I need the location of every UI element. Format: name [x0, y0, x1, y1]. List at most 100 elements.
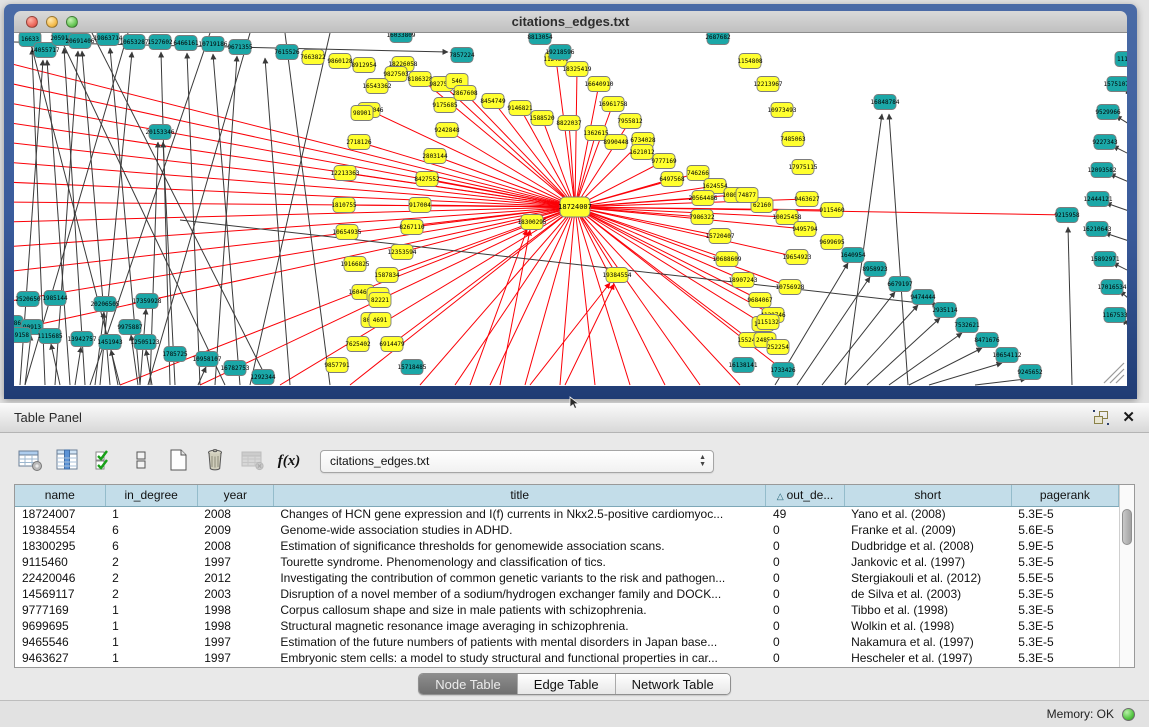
- network-node[interactable]: 9175685: [432, 98, 458, 113]
- network-edge[interactable]: [420, 207, 575, 385]
- network-node[interactable]: 98901: [351, 106, 373, 121]
- network-node[interactable]: 39158: [14, 328, 31, 343]
- network-node[interactable]: 12444121: [1084, 192, 1113, 207]
- table-row[interactable]: 2242004622012Investigating the contribut…: [15, 570, 1119, 586]
- function-builder-button[interactable]: f(x): [275, 447, 303, 475]
- network-edge[interactable]: [575, 207, 630, 385]
- column-header-pagerank[interactable]: pagerank: [1011, 485, 1118, 506]
- network-node[interactable]: 10756928: [776, 280, 805, 295]
- network-edge[interactable]: [14, 202, 575, 207]
- network-node[interactable]: 20206505: [91, 297, 120, 312]
- network-node[interactable]: 74877: [736, 188, 758, 203]
- table-cell[interactable]: 5.6E-5: [1011, 522, 1118, 538]
- table-cell[interactable]: Disruption of a novel member of a sodium…: [273, 586, 766, 602]
- table-cell[interactable]: 22420046: [15, 570, 105, 586]
- network-node[interactable]: 6497568: [659, 172, 685, 187]
- network-node[interactable]: 16033809: [387, 33, 416, 43]
- network-edge[interactable]: [14, 207, 575, 222]
- table-cell[interactable]: 0: [766, 522, 844, 538]
- network-edge[interactable]: [75, 347, 81, 385]
- network-node[interactable]: 1785725: [162, 347, 188, 362]
- network-node[interactable]: 13942757: [68, 332, 97, 347]
- table-cell[interactable]: 2: [105, 570, 197, 586]
- table-cell[interactable]: 14569117: [15, 586, 105, 602]
- table-cell[interactable]: 1: [105, 506, 197, 522]
- table-cell[interactable]: 1997: [197, 554, 273, 570]
- network-node[interactable]: 1451943: [97, 335, 123, 350]
- network-edge[interactable]: [148, 33, 250, 385]
- table-cell[interactable]: Wolkin et al. (1998): [844, 618, 1011, 634]
- network-node[interactable]: 1292344: [250, 370, 276, 385]
- table-cell[interactable]: 1: [105, 602, 197, 618]
- table-cell[interactable]: 6: [105, 522, 197, 538]
- network-edge[interactable]: [530, 283, 610, 385]
- network-node[interactable]: 12505123: [131, 335, 160, 350]
- network-edge[interactable]: [14, 162, 575, 207]
- table-cell[interactable]: 1: [105, 618, 197, 634]
- network-node[interactable]: 16210643: [1083, 222, 1112, 237]
- network-node[interactable]: 15720407: [706, 229, 735, 244]
- table-cell[interactable]: 19384554: [15, 522, 105, 538]
- table-cell[interactable]: 5.3E-5: [1011, 554, 1118, 570]
- table-cell[interactable]: Changes of HCN gene expression and I(f) …: [273, 506, 766, 522]
- network-node[interactable]: 15892971: [1091, 252, 1120, 267]
- table-cell[interactable]: 2: [105, 586, 197, 602]
- table-cell[interactable]: 0: [766, 538, 844, 554]
- table-row[interactable]: 911546021997Tourette syndrome. Phenomeno…: [15, 554, 1119, 570]
- network-node[interactable]: 2520650: [15, 292, 41, 307]
- network-node[interactable]: 2935114: [932, 303, 958, 318]
- network-edge[interactable]: [14, 142, 575, 207]
- network-node[interactable]: 19654923: [783, 250, 812, 265]
- table-cell[interactable]: Estimation of significance thresholds fo…: [273, 538, 766, 554]
- table-cell[interactable]: 1998: [197, 618, 273, 634]
- table-row[interactable]: 977716911998Corpus callosum shape and si…: [15, 602, 1119, 618]
- table-cell[interactable]: 9463627: [15, 650, 105, 666]
- network-node[interactable]: 17359928: [133, 294, 162, 309]
- table-cell[interactable]: de Silva et al. (2003): [844, 586, 1011, 602]
- network-edge[interactable]: [180, 220, 938, 305]
- network-node[interactable]: 115132: [757, 315, 779, 330]
- network-node[interactable]: 12213967: [754, 77, 783, 92]
- network-node[interactable]: 9146821: [507, 101, 533, 116]
- table-cell[interactable]: Stergiakouli et al. (2012): [844, 570, 1011, 586]
- table-cell[interactable]: 0: [766, 554, 844, 570]
- network-node[interactable]: 6914479: [379, 337, 405, 352]
- table-cell[interactable]: 5.3E-5: [1011, 650, 1118, 666]
- show-columns-button[interactable]: [53, 447, 81, 475]
- network-edge[interactable]: [822, 292, 895, 385]
- select-rows-button[interactable]: [90, 447, 118, 475]
- network-node[interactable]: 10653287: [120, 35, 149, 50]
- node-table[interactable]: namein_degreeyeartitle△out_de...shortpag…: [14, 484, 1135, 668]
- table-cell[interactable]: Franke et al. (2009): [844, 522, 1011, 538]
- network-node[interactable]: 7485063: [780, 132, 806, 147]
- network-node[interactable]: 10719186: [199, 37, 228, 52]
- network-node[interactable]: 7532621: [954, 318, 980, 333]
- network-node[interactable]: 2687682: [705, 33, 731, 45]
- table-cell[interactable]: Hescheler et al. (1997): [844, 650, 1011, 666]
- network-node[interactable]: 9827503: [383, 67, 409, 82]
- network-node[interactable]: 19863714: [94, 33, 123, 46]
- network-canvas[interactable]: 1663314055717205913120691406198637141065…: [14, 33, 1127, 386]
- network-node[interactable]: 9227343: [1092, 135, 1118, 150]
- table-row[interactable]: 1938455462009Genome-wide association stu…: [15, 522, 1119, 538]
- network-node[interactable]: 1154808: [737, 54, 763, 69]
- network-node[interactable]: 12093582: [1088, 163, 1117, 178]
- table-cell[interactable]: 0: [766, 618, 844, 634]
- network-node[interactable]: 18907243: [729, 273, 758, 288]
- table-cell[interactable]: 5.3E-5: [1011, 506, 1118, 522]
- network-node[interactable]: 11124: [1115, 52, 1127, 67]
- network-node[interactable]: 12353594: [388, 245, 417, 260]
- table-cell[interactable]: 5.5E-5: [1011, 570, 1118, 586]
- network-node[interactable]: 9699695: [819, 235, 845, 250]
- close-panel-icon[interactable]: ✕: [1122, 411, 1135, 424]
- table-cell[interactable]: 9115460: [15, 554, 105, 570]
- network-node[interactable]: 20564486: [689, 191, 718, 206]
- column-header-year[interactable]: year: [197, 485, 273, 506]
- network-edge[interactable]: [565, 284, 614, 385]
- table-scrollbar[interactable]: [1119, 485, 1134, 667]
- network-node[interactable]: 8958923: [862, 262, 888, 277]
- table-cell[interactable]: 6: [105, 538, 197, 554]
- network-edge[interactable]: [90, 33, 210, 385]
- network-edge[interactable]: [1068, 227, 1072, 385]
- window-titlebar[interactable]: citations_edges.txt: [14, 11, 1127, 33]
